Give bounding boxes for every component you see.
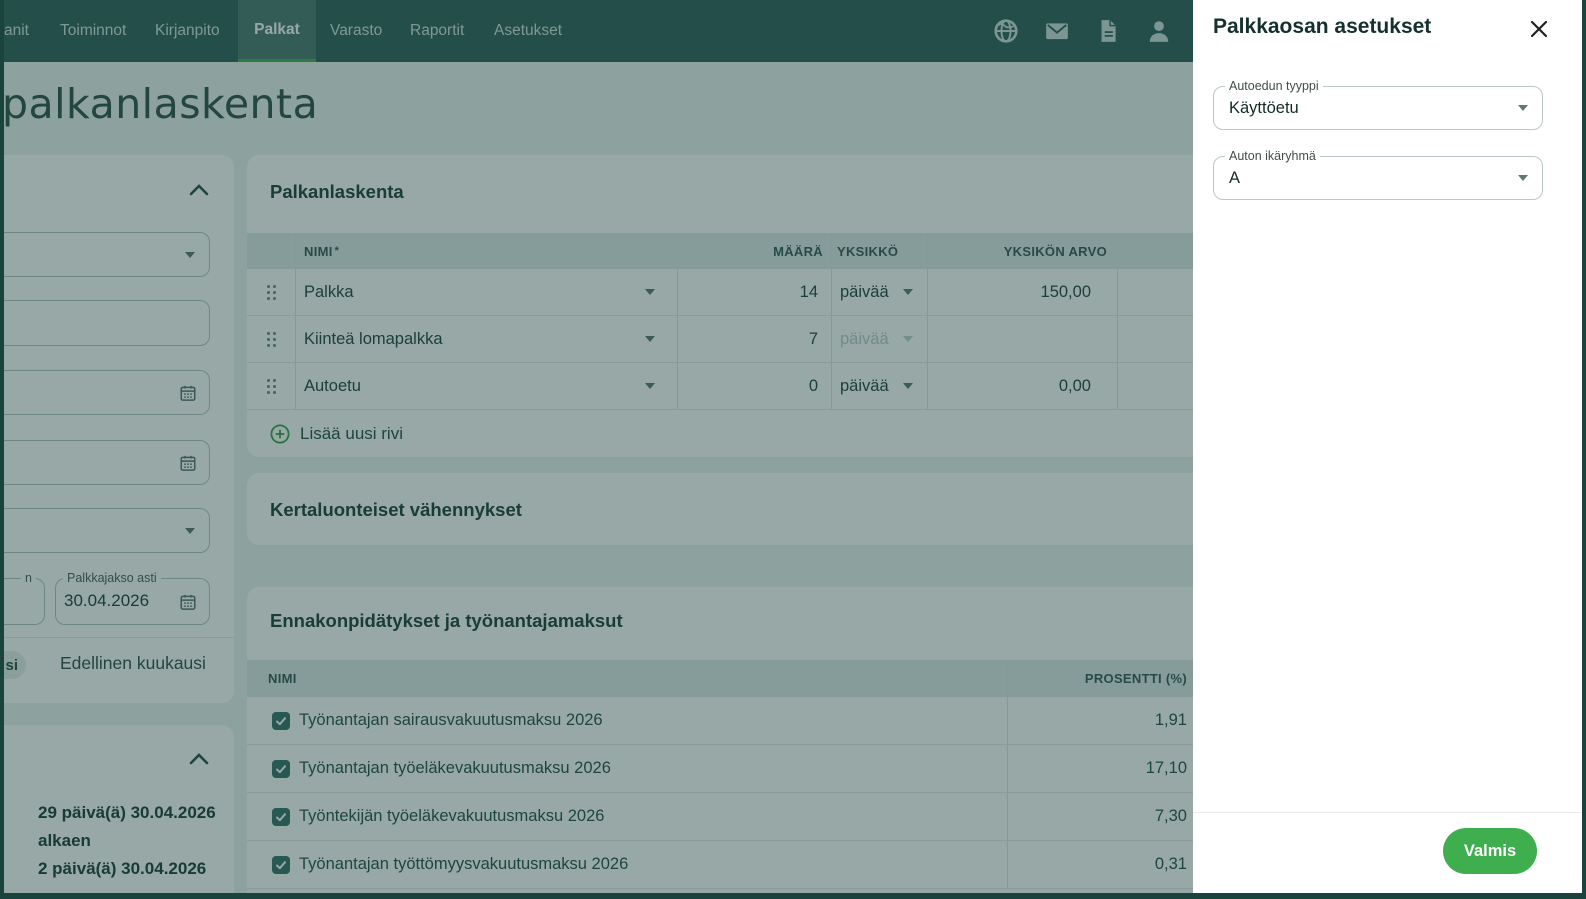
window-edge — [0, 0, 4, 899]
car-benefit-type-select[interactable]: Autoedun tyyppi Käyttöetu — [1213, 86, 1543, 130]
car-age-group-select[interactable]: Auton ikäryhmä A — [1213, 156, 1543, 200]
car-benefit-type-value: Käyttöetu — [1229, 87, 1299, 129]
chevron-down-icon — [1518, 175, 1528, 181]
window-edge — [0, 893, 1586, 899]
drawer-title: Palkkaosan asetukset — [1213, 15, 1431, 39]
done-button[interactable]: Valmis — [1443, 828, 1537, 874]
close-icon — [1528, 18, 1550, 40]
divider — [1193, 812, 1586, 813]
modal-overlay[interactable] — [0, 0, 1193, 899]
car-age-group-value: A — [1229, 157, 1240, 199]
chevron-down-icon — [1518, 105, 1528, 111]
window-edge — [1582, 0, 1586, 899]
settings-drawer: Palkkaosan asetukset Autoedun tyyppi Käy… — [1193, 0, 1586, 899]
app-window: anitToiminnotKirjanpitoPalkatVarastoRapo… — [0, 0, 1586, 899]
close-button[interactable] — [1528, 18, 1550, 40]
